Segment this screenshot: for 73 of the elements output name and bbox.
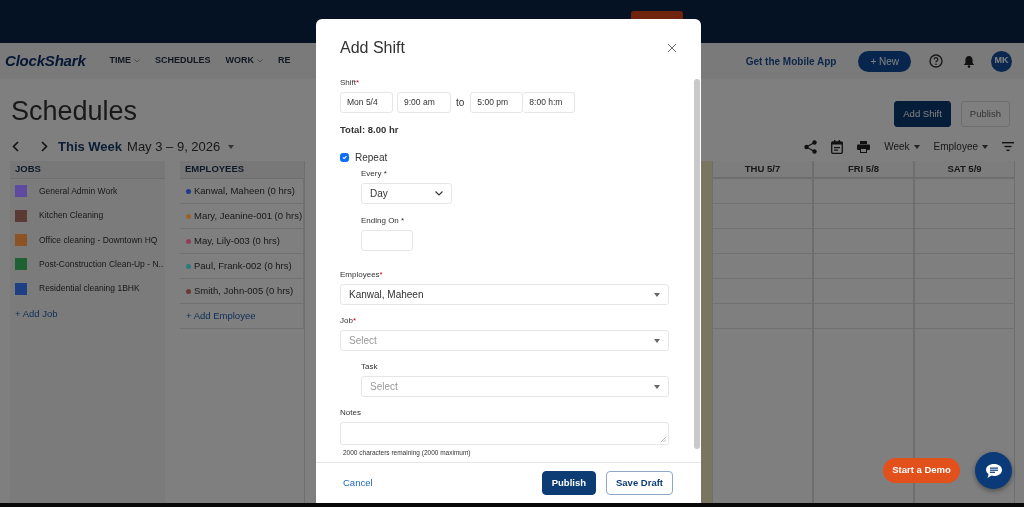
add-employee-link[interactable]: + Add Employee (181, 308, 256, 324)
dialog-title: Add Shift (340, 38, 405, 58)
caret-icon (913, 144, 920, 149)
notes-field[interactable] (340, 422, 669, 446)
chevron-down-icon (435, 191, 443, 197)
mobile-app-link[interactable]: Get the Mobile App (745, 53, 837, 69)
field-label: Shift* (340, 77, 361, 89)
filter-icon[interactable] (1002, 142, 1014, 151)
page-title: Schedules (11, 98, 138, 125)
end-time-field[interactable]: 5:00 pm (470, 92, 524, 113)
job-name[interactable]: Office cleaning - Downtown HQ (39, 233, 158, 247)
job-name[interactable]: General Admin Work (39, 184, 118, 198)
nav-menu-item[interactable]: WORK (225, 54, 264, 68)
job-select[interactable]: Select (340, 330, 669, 352)
caret-icon (654, 384, 660, 389)
nav-menu-item[interactable]: SCHEDULES (155, 54, 211, 68)
field-label: Ending On * (361, 215, 406, 228)
calendar-icon[interactable] (831, 139, 844, 154)
duration-field[interactable]: 8:00 h:m (523, 92, 576, 113)
field-label: Every * (361, 168, 388, 181)
column-header: EMPLOYEES (180, 161, 304, 179)
print-icon[interactable] (857, 140, 871, 153)
employee-name[interactable]: Paul, Frank-002 (0 hrs) (194, 258, 292, 274)
field-label: Notes (340, 407, 362, 420)
help-icon[interactable] (929, 54, 943, 68)
share-icon[interactable] (804, 139, 818, 154)
chevron-left-icon[interactable] (12, 141, 19, 152)
caret-icon (654, 292, 660, 297)
employee-name[interactable]: Smith, John-005 (0 hrs) (194, 283, 294, 299)
nav-menu-item[interactable]: TIME (109, 54, 141, 68)
view-dropdown[interactable]: Week (884, 139, 920, 154)
caret-icon (982, 144, 988, 149)
logo[interactable]: ClockShark (5, 49, 86, 73)
group-dropdown[interactable]: Employee (933, 139, 988, 154)
every-select[interactable]: Day (361, 183, 452, 205)
bell-icon[interactable] (963, 54, 975, 68)
save-draft-button[interactable]: Save Draft (606, 470, 673, 496)
cancel-link[interactable]: Cancel (343, 475, 373, 491)
field-label: Job* (340, 315, 358, 328)
field-label: Task (361, 361, 379, 374)
user-avatar[interactable]: MK (991, 50, 1012, 72)
employee-name[interactable]: Kanwal, Maheen (0 hrs) (194, 183, 295, 199)
task-select[interactable]: Select (361, 376, 669, 398)
new-button[interactable]: + New (858, 50, 911, 72)
date-range-dropdown[interactable]: May 3 – 9, 2026 (127, 136, 235, 157)
field-label: Employees* (340, 269, 384, 282)
nav-menu-item[interactable]: RE (278, 54, 291, 68)
ending-date-field[interactable] (361, 230, 413, 252)
separator-text: to (456, 96, 465, 110)
job-name[interactable]: Kitchen Cleaning (39, 209, 104, 222)
close-button[interactable] (667, 43, 677, 53)
chat-button[interactable] (975, 452, 1012, 489)
start-demo-button[interactable]: Start a Demo (883, 458, 960, 483)
caret-icon (228, 144, 235, 149)
add-job-link[interactable]: + Add Job (10, 306, 58, 322)
employee-name[interactable]: May, Lily-003 (0 hrs) (194, 233, 280, 249)
employee-name[interactable]: Mary, Jeanine-001 (0 hrs) (194, 208, 303, 224)
repeat-checkbox[interactable] (340, 153, 349, 163)
job-name[interactable]: Residential cleaning 1BHK (39, 282, 140, 296)
close-icon (667, 43, 677, 53)
publish-button[interactable]: Publish (541, 470, 596, 496)
caret-icon (654, 338, 660, 343)
employee-select[interactable]: Kanwal, Maheen (340, 284, 669, 306)
date-field[interactable]: Mon 5/4 (340, 92, 393, 113)
job-name[interactable]: Post-Construction Clean-Up - N.. (39, 258, 164, 271)
start-time-field[interactable]: 9:00 am (397, 92, 451, 113)
week-label: This Week (58, 137, 123, 156)
add-shift-button[interactable]: Add Shift (894, 100, 951, 127)
total-hours: Total: 8.00 hr (340, 123, 400, 137)
checkbox-label: Repeat (355, 151, 388, 166)
chat-bubble-icon (984, 462, 1003, 479)
resize-grip-icon (661, 437, 666, 443)
chevron-right-icon[interactable] (41, 141, 48, 152)
